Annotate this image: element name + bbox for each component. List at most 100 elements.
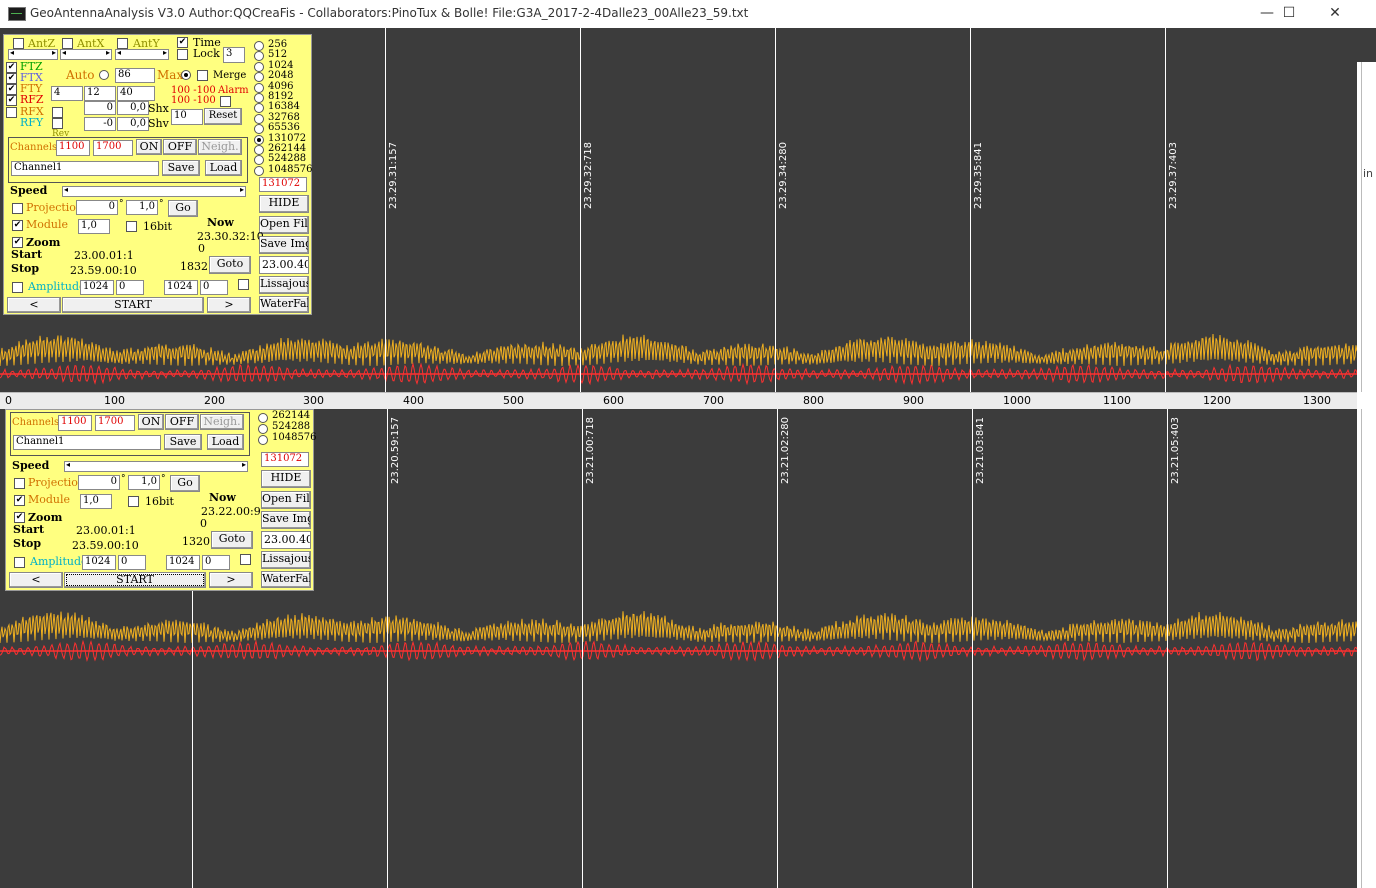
goto-button[interactable]: Goto [211,531,253,549]
goto-time-input[interactable]: 23.00.40 [261,531,311,549]
projection-checkbox[interactable] [12,203,23,214]
size-radio[interactable] [254,145,264,155]
load-button[interactable]: Load [205,160,242,176]
lock-checkbox[interactable] [177,49,188,60]
speed-slider[interactable] [64,460,248,472]
antx-slider[interactable] [60,48,112,60]
merge-checkbox[interactable] [197,70,208,81]
time-checkbox[interactable]: ✔ [177,37,188,48]
waterfall-button[interactable]: WaterFall [261,571,311,588]
fty-checkbox[interactable]: ✔ [6,84,17,95]
projection-checkbox[interactable] [14,478,25,489]
amplitude-x-offset-input[interactable]: 0 [118,555,146,570]
shift-input[interactable]: 10 [171,109,203,125]
lock-input[interactable]: 3 [223,47,245,63]
amplitude-y-offset-input[interactable]: 0 [202,555,230,570]
save-button[interactable]: Save [162,160,200,176]
amplitude-checkbox[interactable] [14,557,25,568]
save-img-button[interactable]: Save Img [259,236,309,254]
waterfall-button[interactable]: WaterFall [259,296,309,313]
channel-from-input[interactable]: 1100 [58,415,92,431]
hide-button[interactable]: HIDE [261,470,311,488]
reset-button[interactable]: Reset [204,108,242,125]
size-radio[interactable] [254,155,264,166]
hide-button[interactable]: HIDE [259,195,309,213]
zoom-checkbox[interactable]: ✔ [14,512,25,523]
start-button[interactable]: START [62,297,204,313]
module-input[interactable]: 1,0 [80,494,112,509]
start-button[interactable]: START [64,572,206,588]
size-radio[interactable] [254,51,264,62]
prev-button[interactable]: < [7,297,61,313]
size-radio[interactable] [254,93,264,103]
size-radio[interactable] [254,41,264,51]
shv-offset-input[interactable]: -0 [84,117,116,131]
amplitude-y-input[interactable]: 1024 [166,555,200,570]
close-button[interactable]: ✕ [1312,0,1358,28]
channel-name-input[interactable]: Channel1 [13,435,161,450]
auto-radio[interactable] [99,70,109,80]
alarm-checkbox[interactable] [220,96,231,107]
speed-slider[interactable] [62,185,246,197]
lissajous-checkbox[interactable] [238,279,249,290]
size-radio[interactable] [254,72,264,83]
lissajous-button[interactable]: Lissajous [261,551,311,569]
rev-x-checkbox[interactable] [52,107,63,118]
param1-input[interactable]: 4 [51,86,83,101]
channel-to-input[interactable]: 1700 [95,415,135,431]
module-checkbox[interactable]: ✔ [14,495,25,506]
goto-button[interactable]: Goto [209,256,251,274]
param2-input[interactable]: 12 [84,86,116,101]
ftx-checkbox[interactable]: ✔ [6,73,17,84]
module-input[interactable]: 1,0 [78,219,110,234]
size-radio[interactable] [254,165,264,176]
amplitude-x-offset-input[interactable]: 0 [116,280,144,295]
next-button[interactable]: > [207,297,251,313]
open-file-button[interactable]: Open File [259,216,309,234]
amplitude-y-offset-input[interactable]: 0 [200,280,228,295]
param3-input[interactable]: 40 [117,86,155,101]
shx-scale-input[interactable]: 0,0 [117,101,149,115]
save-img-button[interactable]: Save Img [261,511,311,529]
16bit-checkbox[interactable] [128,496,139,507]
ftz-checkbox[interactable]: ✔ [6,62,17,73]
amplitude-y-input[interactable]: 1024 [164,280,198,295]
rfz-checkbox[interactable]: ✔ [6,95,17,106]
size-radio[interactable] [254,113,264,124]
size-radio[interactable] [254,134,264,145]
channel-to-input[interactable]: 1700 [93,140,133,156]
amplitude-checkbox[interactable] [12,282,23,293]
load-button[interactable]: Load [207,434,244,450]
amplitude-x-input[interactable]: 1024 [82,555,116,570]
size-radio[interactable] [254,61,264,72]
go-button[interactable]: Go [170,475,200,492]
max-radio[interactable] [181,70,191,80]
rfx-checkbox[interactable] [6,107,17,118]
antz-checkbox[interactable] [13,38,24,49]
lissajous-checkbox[interactable] [240,554,251,565]
next-button[interactable]: > [209,572,253,588]
go-button[interactable]: Go [168,200,198,217]
anty-slider[interactable] [115,48,169,60]
auto-value-input[interactable]: 86 [115,68,155,83]
shx-offset-input[interactable]: 0 [84,101,116,115]
size-radio[interactable] [254,124,264,135]
save-button[interactable]: Save [164,434,202,450]
module-checkbox[interactable]: ✔ [12,220,23,231]
size-radio[interactable] [254,103,264,114]
maximize-button[interactable]: ☐ [1266,0,1312,28]
rev-y-checkbox[interactable] [52,118,63,129]
size-radio[interactable] [258,413,268,423]
on-button[interactable]: ON [136,139,162,155]
open-file-button[interactable]: Open File [261,491,311,509]
goto-time-input[interactable]: 23.00.40 [259,256,309,274]
off-button[interactable]: OFF [163,139,197,155]
projection-angle-input[interactable]: 0 [76,200,118,215]
channel-name-input[interactable]: Channel1 [11,161,159,176]
neigh-button[interactable]: Neigh. [198,139,242,155]
zoom-checkbox[interactable]: ✔ [12,237,23,248]
shv-scale-input[interactable]: 0,0 [117,117,149,131]
off-button[interactable]: OFF [165,414,199,430]
lissajous-button[interactable]: Lissajous [259,276,309,294]
projection-scale-input[interactable]: 1,0 [126,200,158,215]
